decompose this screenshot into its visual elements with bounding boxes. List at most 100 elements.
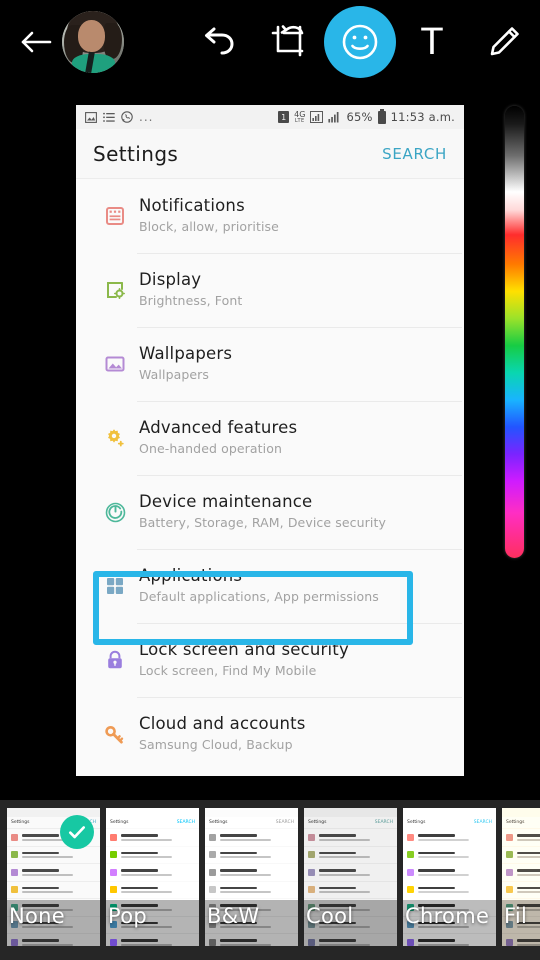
mini-title-text: Settings bbox=[407, 820, 426, 825]
wallpapers-icon bbox=[93, 353, 137, 375]
pencil-glyph bbox=[490, 27, 519, 56]
mini-title-text: Settings bbox=[209, 820, 228, 825]
screenshot-editor-screen: T ... 1 4G LTE 65% 11:53 a.m. Settings S… bbox=[0, 0, 540, 960]
device-maintenance-glyph bbox=[105, 502, 125, 522]
pencil-icon[interactable] bbox=[482, 20, 526, 64]
filter-label: Fil bbox=[504, 904, 528, 928]
mini-title-text: Settings bbox=[506, 820, 525, 825]
smiley-sticker-icon bbox=[324, 6, 396, 78]
signal-bars-icon bbox=[328, 112, 339, 123]
filter-strip[interactable]: SettingsSEARCH None SettingsSEARCH bbox=[0, 800, 540, 960]
key-glyph bbox=[105, 726, 124, 744]
lock-icon bbox=[93, 649, 137, 671]
settings-row-cloud-and-accounts[interactable]: Cloud and accounts Samsung Cloud, Backup bbox=[76, 697, 464, 771]
settings-row-display[interactable]: Display Brightness, Font bbox=[76, 253, 464, 327]
filter-thumbnail-pop[interactable]: Settings SEARCH Pop bbox=[106, 808, 199, 946]
row-subtitle: Wallpapers bbox=[139, 366, 210, 382]
battery-percent-label: 65% bbox=[346, 110, 373, 124]
row-subtitle: Battery, Storage, RAM, Device security bbox=[139, 514, 386, 530]
filter-thumbnail-chrome[interactable]: Settings SEARCH Chrome bbox=[403, 808, 496, 946]
mini-search-text: SEARCH bbox=[374, 820, 393, 825]
crop-rotate-glyph bbox=[271, 25, 304, 57]
mini-title-text: Settings bbox=[110, 820, 129, 825]
image-icon bbox=[85, 111, 97, 123]
sticker-tool-button[interactable] bbox=[324, 6, 396, 78]
row-title: Applications bbox=[139, 565, 243, 585]
mini-title-text: Settings bbox=[11, 820, 30, 825]
device-maintenance-icon bbox=[93, 501, 137, 524]
status-overflow-dots: ... bbox=[139, 110, 154, 124]
row-title: Advanced features bbox=[139, 417, 298, 437]
display-icon bbox=[93, 279, 137, 301]
crop-rotate-icon[interactable] bbox=[266, 19, 312, 65]
filter-label: Cool bbox=[306, 904, 354, 928]
filter-selected-check bbox=[60, 815, 94, 849]
row-title: Lock screen and security bbox=[139, 639, 349, 659]
row-subtitle: Lock screen, Find My Mobile bbox=[139, 662, 317, 678]
notifications-glyph bbox=[106, 207, 124, 225]
sim-indicator: 1 bbox=[278, 111, 290, 123]
mini-search-text: SEARCH bbox=[176, 820, 195, 825]
smiley-glyph bbox=[342, 24, 378, 60]
row-title: Device maintenance bbox=[139, 491, 313, 511]
search-button[interactable]: SEARCH bbox=[382, 145, 447, 163]
advanced-features-glyph bbox=[108, 429, 124, 447]
lock-glyph bbox=[108, 650, 122, 669]
row-subtitle: Samsung Cloud, Backup bbox=[139, 736, 293, 752]
avatar-image bbox=[62, 11, 124, 73]
settings-row-advanced-features[interactable]: Advanced features One-handed operation bbox=[76, 401, 464, 475]
mini-title-text: Settings bbox=[308, 820, 327, 825]
row-title: Cloud and accounts bbox=[139, 713, 306, 733]
row-title: Notifications bbox=[139, 195, 245, 215]
key-icon bbox=[93, 723, 137, 745]
back-arrow-icon[interactable] bbox=[14, 20, 58, 64]
applications-glyph bbox=[107, 578, 123, 594]
text-tool-label: T bbox=[420, 21, 444, 63]
display-glyph bbox=[107, 282, 125, 299]
network-subtype-label: LTE bbox=[294, 117, 305, 124]
clock-label: 11:53 a.m. bbox=[390, 110, 455, 124]
applications-icon bbox=[93, 575, 137, 597]
filter-label: B&W bbox=[207, 904, 260, 928]
page-title: Settings bbox=[93, 141, 179, 166]
check-icon bbox=[69, 826, 85, 839]
mini-search-text: SEARCH bbox=[473, 820, 492, 825]
filter-label: None bbox=[9, 904, 65, 928]
settings-row-applications[interactable]: Applications Default applications, App p… bbox=[76, 549, 464, 623]
editor-toolbar: T bbox=[0, 0, 540, 84]
advanced-features-icon bbox=[93, 427, 137, 449]
row-title: Display bbox=[139, 269, 202, 289]
avatar[interactable] bbox=[62, 11, 124, 73]
filter-thumbnail-cool[interactable]: Settings SEARCH Cool bbox=[304, 808, 397, 946]
signal-bars-boxed-icon bbox=[310, 111, 324, 123]
whatsapp-icon bbox=[121, 111, 133, 123]
row-title: Wallpapers bbox=[139, 343, 233, 363]
screenshot-canvas[interactable]: ... 1 4G LTE 65% 11:53 a.m. Settings SEA… bbox=[76, 105, 464, 776]
row-subtitle: Brightness, Font bbox=[139, 292, 243, 308]
settings-row-device-maintenance[interactable]: Device maintenance Battery, Storage, RAM… bbox=[76, 475, 464, 549]
phone-status-bar: ... 1 4G LTE 65% 11:53 a.m. bbox=[76, 105, 464, 129]
row-subtitle: Default applications, App permissions bbox=[139, 588, 379, 604]
row-subtitle: One-handed operation bbox=[139, 440, 283, 456]
mini-search-text: SEARCH bbox=[275, 820, 294, 825]
wallpapers-glyph bbox=[105, 356, 125, 372]
filter-thumbnail-bw[interactable]: Settings SEARCH B&W bbox=[205, 808, 298, 946]
settings-row-notifications[interactable]: Notifications Block, allow, prioritise bbox=[76, 179, 464, 253]
filter-label: Chrome bbox=[405, 904, 490, 928]
list-icon bbox=[103, 112, 115, 122]
battery-icon bbox=[377, 108, 386, 124]
undo-glyph bbox=[205, 27, 234, 55]
filter-thumbnail-fil[interactable]: SettingsSEARCH Fil bbox=[502, 808, 540, 946]
color-picker-slider[interactable] bbox=[505, 106, 524, 558]
text-tool-button[interactable]: T bbox=[410, 20, 454, 64]
back-arrow-glyph bbox=[21, 31, 52, 53]
notifications-icon bbox=[93, 205, 137, 227]
filter-label: Pop bbox=[108, 904, 147, 928]
settings-row-lock-screen-and-security[interactable]: Lock screen and security Lock screen, Fi… bbox=[76, 623, 464, 697]
filter-thumbnail-none[interactable]: SettingsSEARCH None bbox=[7, 808, 100, 946]
undo-icon[interactable] bbox=[196, 19, 242, 65]
network-type-icon: 4G LTE bbox=[294, 110, 305, 124]
settings-list: Notifications Block, allow, prioritise D… bbox=[76, 179, 464, 771]
settings-row-wallpapers[interactable]: Wallpapers Wallpapers bbox=[76, 327, 464, 401]
row-subtitle: Block, allow, prioritise bbox=[139, 218, 279, 234]
